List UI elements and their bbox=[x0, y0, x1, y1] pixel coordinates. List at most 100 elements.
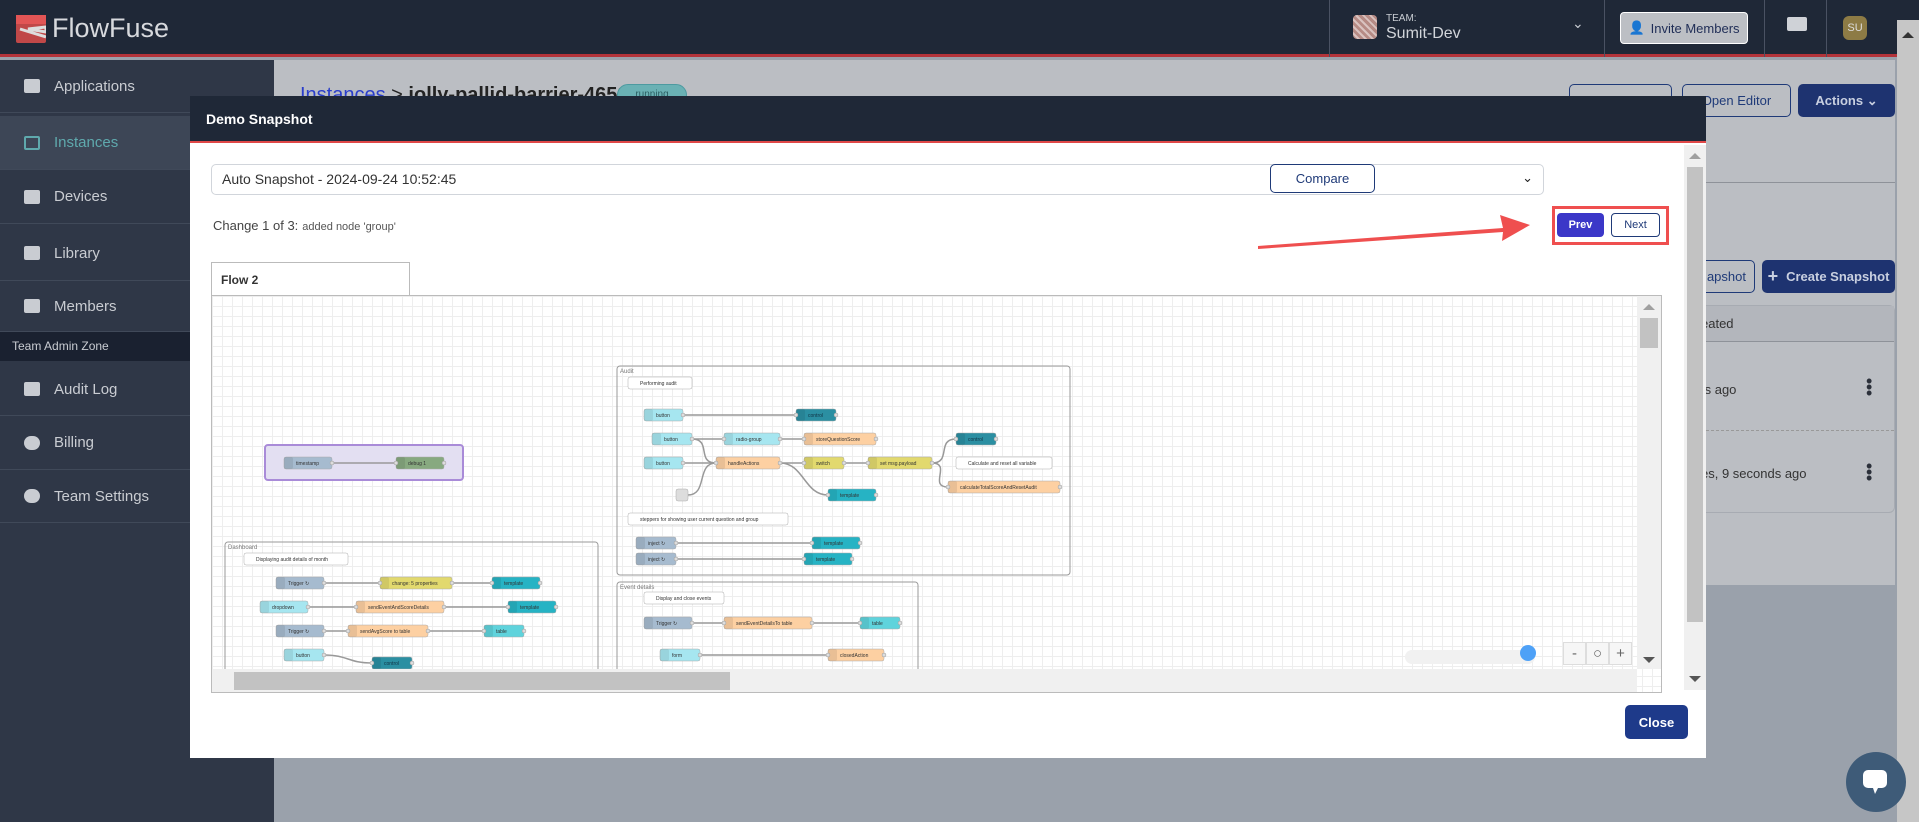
flow-node-label: template bbox=[824, 541, 843, 547]
prev-button[interactable]: Prev bbox=[1557, 213, 1604, 237]
flow-node-button[interactable]: button bbox=[651, 432, 695, 446]
compare-button[interactable]: Compare bbox=[1270, 164, 1375, 193]
zoom-slider[interactable] bbox=[1405, 650, 1535, 664]
flow-node-control[interactable]: control bbox=[369, 656, 415, 669]
flow-node-button[interactable]: form bbox=[659, 648, 703, 662]
flow-node-template[interactable]: template bbox=[489, 576, 543, 590]
flow-node-function[interactable]: sendEventAndScoreDetails bbox=[353, 600, 447, 614]
team-label: TEAM: bbox=[1386, 13, 1417, 24]
flow-node-inject[interactable]: Trigger ↻ bbox=[275, 624, 327, 638]
flow-node-comment[interactable]: Display and close events bbox=[643, 591, 725, 605]
flow-wire bbox=[931, 462, 949, 488]
kebab-menu-icon[interactable]: • • • bbox=[1866, 457, 1872, 487]
flow-node-button[interactable]: button bbox=[283, 648, 327, 662]
flow-node-control[interactable]: control bbox=[793, 408, 839, 422]
flow-node-label: switch bbox=[816, 461, 830, 467]
flow-node-function[interactable]: closedAction bbox=[825, 648, 887, 662]
flow-node-inject[interactable]: Trigger ↻ bbox=[643, 616, 695, 630]
flow-node-label: Trigger ↻ bbox=[288, 581, 309, 587]
dollar-icon bbox=[24, 435, 40, 450]
kebab-menu-icon[interactable]: • • • bbox=[1866, 372, 1872, 402]
sidebar-item-label: Devices bbox=[54, 188, 108, 205]
tab-flow-2[interactable]: Flow 2 bbox=[211, 262, 410, 296]
flow-node-function[interactable]: sendEventDetailsTo table bbox=[721, 616, 815, 630]
flow-node-label: form bbox=[672, 653, 682, 659]
flow-node-inject[interactable]: Trigger ↻ bbox=[275, 576, 327, 590]
dialog-scrollbar[interactable] bbox=[1684, 145, 1706, 690]
flow-node-label: Trigger ↻ bbox=[288, 629, 309, 635]
flow-node-label: storeQuestionScore bbox=[816, 437, 860, 443]
flow-node-label: set msg.payload bbox=[880, 461, 917, 467]
flow-node-label: inject ↻ bbox=[648, 557, 665, 563]
zoom-out-button[interactable]: - bbox=[1563, 642, 1586, 665]
brand-name: FlowFuse bbox=[52, 13, 170, 43]
flow-node-debug[interactable]: debug 1 bbox=[393, 456, 447, 470]
snapshot-row-time: es, 9 seconds ago bbox=[1701, 466, 1807, 481]
chat-widget-button[interactable] bbox=[1846, 752, 1906, 812]
flow-node-button[interactable]: dropdown bbox=[259, 600, 311, 614]
flow-node-template[interactable]: template bbox=[809, 536, 863, 550]
flow-node-label: template bbox=[840, 493, 859, 499]
close-button[interactable]: Close bbox=[1625, 705, 1688, 739]
flow-node-label: button bbox=[656, 461, 670, 467]
create-snapshot-label: Create Snapshot bbox=[1786, 269, 1890, 284]
zoom-slider-handle[interactable] bbox=[1520, 645, 1536, 661]
flow-node-function[interactable]: handleActions bbox=[713, 456, 783, 470]
flow-node-radio[interactable]: radio-group bbox=[721, 432, 783, 446]
logo[interactable]: FlowFuse bbox=[16, 13, 169, 44]
flow-node-button[interactable]: button bbox=[643, 456, 686, 470]
flow-node-table[interactable]: table bbox=[481, 624, 527, 638]
flow-node-table[interactable]: table bbox=[857, 616, 903, 630]
sidebar-item-label: Team Settings bbox=[54, 487, 150, 505]
flow-node-change[interactable]: change: 5 properties bbox=[377, 576, 455, 590]
divider bbox=[1604, 0, 1605, 57]
user-avatar[interactable]: SU bbox=[1843, 16, 1867, 40]
flow-node-link[interactable] bbox=[675, 488, 689, 502]
flow-node-comment[interactable]: Performing audit bbox=[627, 376, 693, 390]
flow-node-control[interactable]: control bbox=[953, 432, 999, 446]
flow-node-switch[interactable]: switch bbox=[801, 456, 847, 470]
team-avatar[interactable] bbox=[1353, 15, 1377, 39]
flow-node-inject[interactable]: inject ↻ bbox=[635, 552, 679, 566]
chevron-down-icon[interactable]: ⌄ bbox=[1572, 15, 1584, 32]
canvas-horizontal-scrollbar[interactable] bbox=[212, 669, 1637, 692]
sidebar-item-label: Billing bbox=[54, 434, 95, 451]
flow-node-function[interactable]: storeQuestionScore bbox=[801, 432, 879, 446]
snapshot-dialog: Demo Snapshot Auto Snapshot - 2024-09-24… bbox=[190, 96, 1706, 758]
flow-node-comment[interactable]: steppers for showing user current questi… bbox=[627, 512, 789, 526]
flow-node-function[interactable]: sendAvgScore to table bbox=[345, 624, 431, 638]
flow-wire bbox=[687, 462, 717, 496]
zoom-in-button[interactable]: + bbox=[1609, 642, 1632, 665]
flow-node-template[interactable]: template bbox=[801, 552, 855, 566]
flow-node-label: template bbox=[504, 581, 523, 587]
flow-node-comment[interactable]: Displaying audit details of month bbox=[243, 552, 349, 566]
flow-node-change[interactable]: set msg.payload bbox=[865, 456, 935, 470]
flow-node-template[interactable]: template bbox=[505, 600, 559, 614]
flow-node-template[interactable]: template bbox=[825, 488, 879, 502]
divider bbox=[1706, 182, 1895, 183]
page-scrollbar[interactable] bbox=[1897, 20, 1919, 822]
flow-node-label: Performing audit bbox=[640, 381, 677, 387]
invite-members-button[interactable]: 👤 Invite Members bbox=[1620, 12, 1748, 44]
flow-wire bbox=[691, 438, 717, 464]
flow-canvas[interactable]: Audit Dashboard Event details Performing au… bbox=[211, 295, 1662, 693]
flow-node-label: debug 1 bbox=[408, 461, 426, 467]
zoom-reset-button[interactable]: ○ bbox=[1586, 642, 1609, 665]
next-button[interactable]: Next bbox=[1611, 213, 1660, 237]
flow-node-comment[interactable]: Calculate and reset all variable bbox=[955, 456, 1053, 470]
create-snapshot-button[interactable]: + Create Snapshot bbox=[1762, 260, 1895, 293]
canvas-vertical-scrollbar[interactable] bbox=[1637, 296, 1661, 669]
actions-button[interactable]: Actions ⌄ bbox=[1798, 84, 1895, 117]
flow-node-button[interactable]: button bbox=[643, 408, 686, 422]
flow-node-label: radio-group bbox=[736, 437, 762, 443]
divider bbox=[1329, 0, 1330, 57]
chevron-down-icon: ⌄ bbox=[1522, 170, 1533, 185]
flow-node-function[interactable]: calculateTotalScoreAndResetAudit bbox=[945, 480, 1063, 494]
folder-icon bbox=[24, 246, 40, 260]
snapshot-select-value: Auto Snapshot - 2024-09-24 10:52:45 bbox=[222, 171, 457, 187]
mail-icon[interactable] bbox=[1787, 17, 1807, 31]
flow-node-inject[interactable]: timestamp bbox=[283, 456, 335, 470]
flow-node-inject[interactable]: inject ↻ bbox=[635, 536, 679, 550]
team-selector[interactable]: Sumit-Dev bbox=[1386, 25, 1461, 43]
layout-icon bbox=[24, 79, 40, 93]
